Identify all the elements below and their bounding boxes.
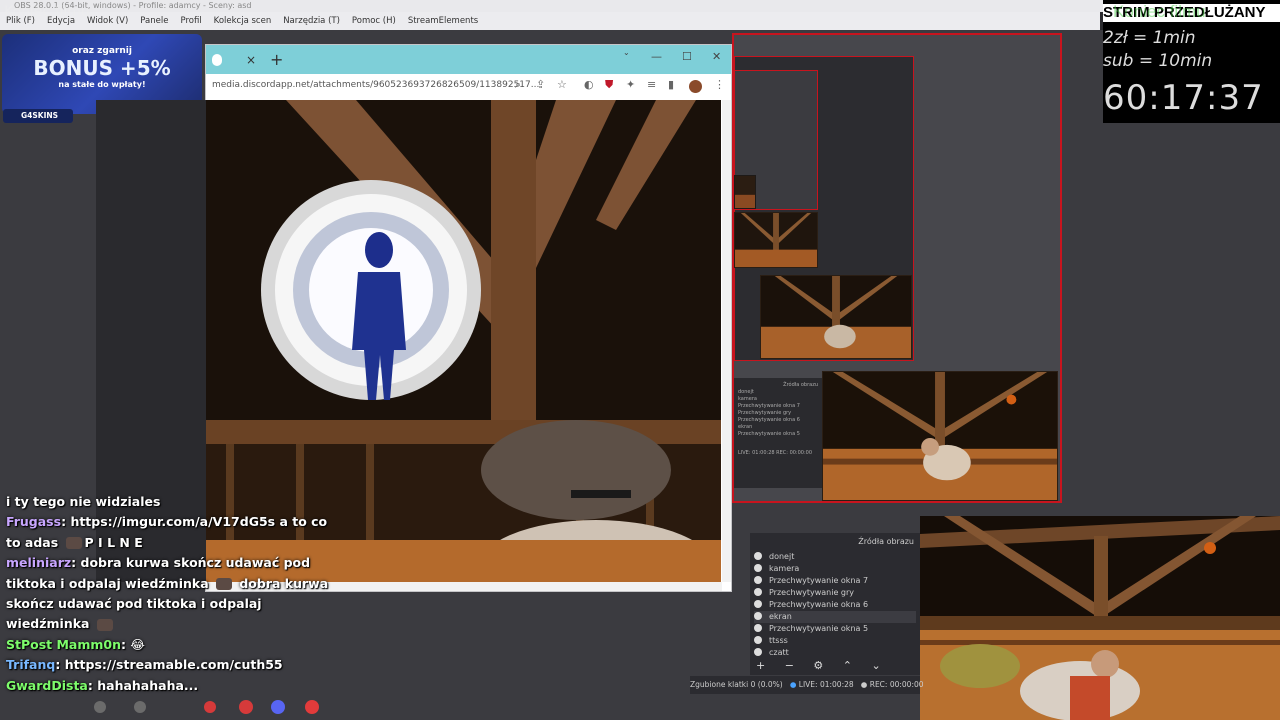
source-item[interactable]: Przechwytywanie gry [754,587,854,599]
vertical-scrollbar[interactable] [722,100,731,582]
nested-source-item: donejt [738,389,754,395]
nested-sources-title: Źródła obrazu [783,382,818,388]
nested-thumbnail-small [734,175,756,209]
menu-profile[interactable]: Profil [180,12,201,30]
menu-scene-collection[interactable]: Kolekcja scen [214,12,272,30]
window-icon[interactable] [754,576,762,584]
monitor-icon[interactable] [754,612,762,620]
live-indicator-icon: ● [789,680,797,689]
menu-tools[interactable]: Narzędzia (T) [283,12,340,30]
eye-icon[interactable] [754,564,762,572]
chat-overlay: i ty tego nie widziales Frugass: https:/… [6,492,336,696]
gamepad-icon[interactable] [754,588,762,596]
address-bar[interactable]: media.discordapp.net/attachments/9605236… [212,80,539,90]
chat-message: StPost Mamm0n: 😂 [6,636,145,652]
chat-username: StPost Mamm0n [6,636,122,652]
nested-thumbnail-scene-2 [760,275,912,359]
source-item[interactable]: kamera [754,563,799,575]
puzzle-icon[interactable]: ✦ [626,78,635,91]
sponsor-badge: G4SKINS [3,109,73,123]
window-icon[interactable] [754,624,762,632]
side-panel-icon[interactable]: ▮ [668,78,674,91]
bonus-sub-text: na stałe do wpłaty! [58,80,146,89]
nested-source-item: kamera [738,396,757,402]
nested-rec-status: REC: 00:00:00 [776,450,813,456]
new-tab-button[interactable]: + [270,50,283,69]
dropped-frames: Zgubione klatki 0 (0.0%) [690,680,783,689]
emote-icon [65,537,82,550]
sources-dock: Źródła obrazu donejt kamera Przechwytywa… [750,533,920,675]
close-window-button[interactable]: ✕ [712,50,721,63]
source-item[interactable]: Przechwytywanie okna 5 [754,623,868,635]
eye-icon[interactable] [754,636,762,644]
nested-source-item: Przechwytywanie okna 5 [738,431,800,437]
rec-time: REC: 00:00:00 [869,680,924,689]
tab-close-button[interactable]: × [246,53,256,67]
source-item-selected[interactable]: ekran [754,611,916,623]
sources-title: Źródła obrazu [858,537,914,546]
webcam-feed [920,516,1280,720]
bonus-small-text: oraz zgarnij [72,46,132,56]
nested-live-status: LIVE: 01:00:28 [738,450,775,456]
shield-icon[interactable]: ⛊ [605,78,613,92]
webcam-image [920,516,1280,720]
bonus-big-text: BONUS +5% [33,56,171,80]
nested-source-item: Przechwytywanie okna 6 [738,417,800,423]
nested-source-item: ekran [738,424,753,430]
browser-toolbar: media.discordapp.net/attachments/9605236… [206,74,731,100]
timer-value: 60:17:37 [1103,78,1264,118]
share-icon[interactable]: ⇪ [536,78,545,91]
live-time: LIVE: 01:00:28 [798,680,854,689]
eye-icon[interactable] [754,552,762,560]
tab-search-icon[interactable]: ⌄ [623,48,630,57]
obs-title-bar: OBS 28.0.1 (64-bit, windows) - Profile: … [0,0,1280,12]
nested-obs-sources: Źródła obrazu donejt kamera Przechwytywa… [734,378,822,488]
taskbar-icons [94,700,319,714]
source-controls[interactable]: + − ⚙ ⌃ ⌄ [756,659,889,672]
timer-rule-donation: 2zł = 1min [1103,28,1196,48]
menu-kebab-icon[interactable]: ⋮ [714,78,725,91]
chat-username: GwardDista [6,677,88,693]
zoom-icon[interactable]: ⌕ [515,78,521,92]
overlay-ghost-title: Koniec filmu [4,4,90,20]
nested-webcam-preview [822,371,1058,501]
maximize-button[interactable]: ☐ [682,50,692,63]
chat-message: i ty tego nie widziales [6,494,161,509]
source-item[interactable]: donejt [754,551,794,563]
nested-source-item: Przechwytywanie okna 7 [738,403,800,409]
timer-header-ghost: Koniec filmu [1113,2,1206,21]
chat-message: Frugass: https://imgur.com/a/V17dG5s a t… [6,514,328,550]
chat-message: meliniarz: dobra kurwa skończ udawać pod… [6,555,329,632]
window-icon[interactable] [754,600,762,608]
emote-icon [216,578,232,591]
menu-streamelements[interactable]: StreamElements [408,12,478,30]
reading-list-icon[interactable]: ≡ [647,78,656,91]
nested-thumbnail-scene [734,212,818,268]
chat-username: Trifanq [6,657,56,673]
profile-avatar[interactable] [689,80,702,93]
menu-help[interactable]: Pomoc (H) [352,12,396,30]
minimize-button[interactable]: — [651,50,662,63]
emote-icon [96,618,113,631]
source-item[interactable]: czatt [754,647,789,659]
obs-menu-bar: Plik (F) Edycja Widok (V) Panele Profil … [0,12,1100,30]
timer-rule-sub: sub = 10min [1103,51,1213,71]
eye-icon[interactable] [754,648,762,656]
menu-view[interactable]: Widok (V) [87,12,128,30]
tab-favicon-icon [212,54,222,66]
bookmark-star-icon[interactable]: ☆ [557,78,567,91]
extension-icon[interactable]: ◐ [584,78,594,91]
source-item[interactable]: ttsss [754,635,788,647]
obs-status-bar: Zgubione klatki 0 (0.0%) ● LIVE: 01:00:2… [690,676,924,694]
chat-message: GwardDista: hahahahaha... [6,677,199,693]
chat-username: Frugass [6,514,62,530]
source-item[interactable]: Przechwytywanie okna 7 [754,575,868,587]
browser-tab-strip: × + ⌄ — ☐ ✕ [206,45,731,74]
chat-username: meliniarz [6,555,72,571]
source-item[interactable]: Przechwytywanie okna 6 [754,599,868,611]
nested-source-item: Przechwytywanie gry [738,410,792,416]
chat-message: Trifanq: https://streamable.com/cuth55 [6,657,283,673]
rec-indicator-icon: ● [860,680,868,689]
menu-docks[interactable]: Panele [140,12,168,30]
